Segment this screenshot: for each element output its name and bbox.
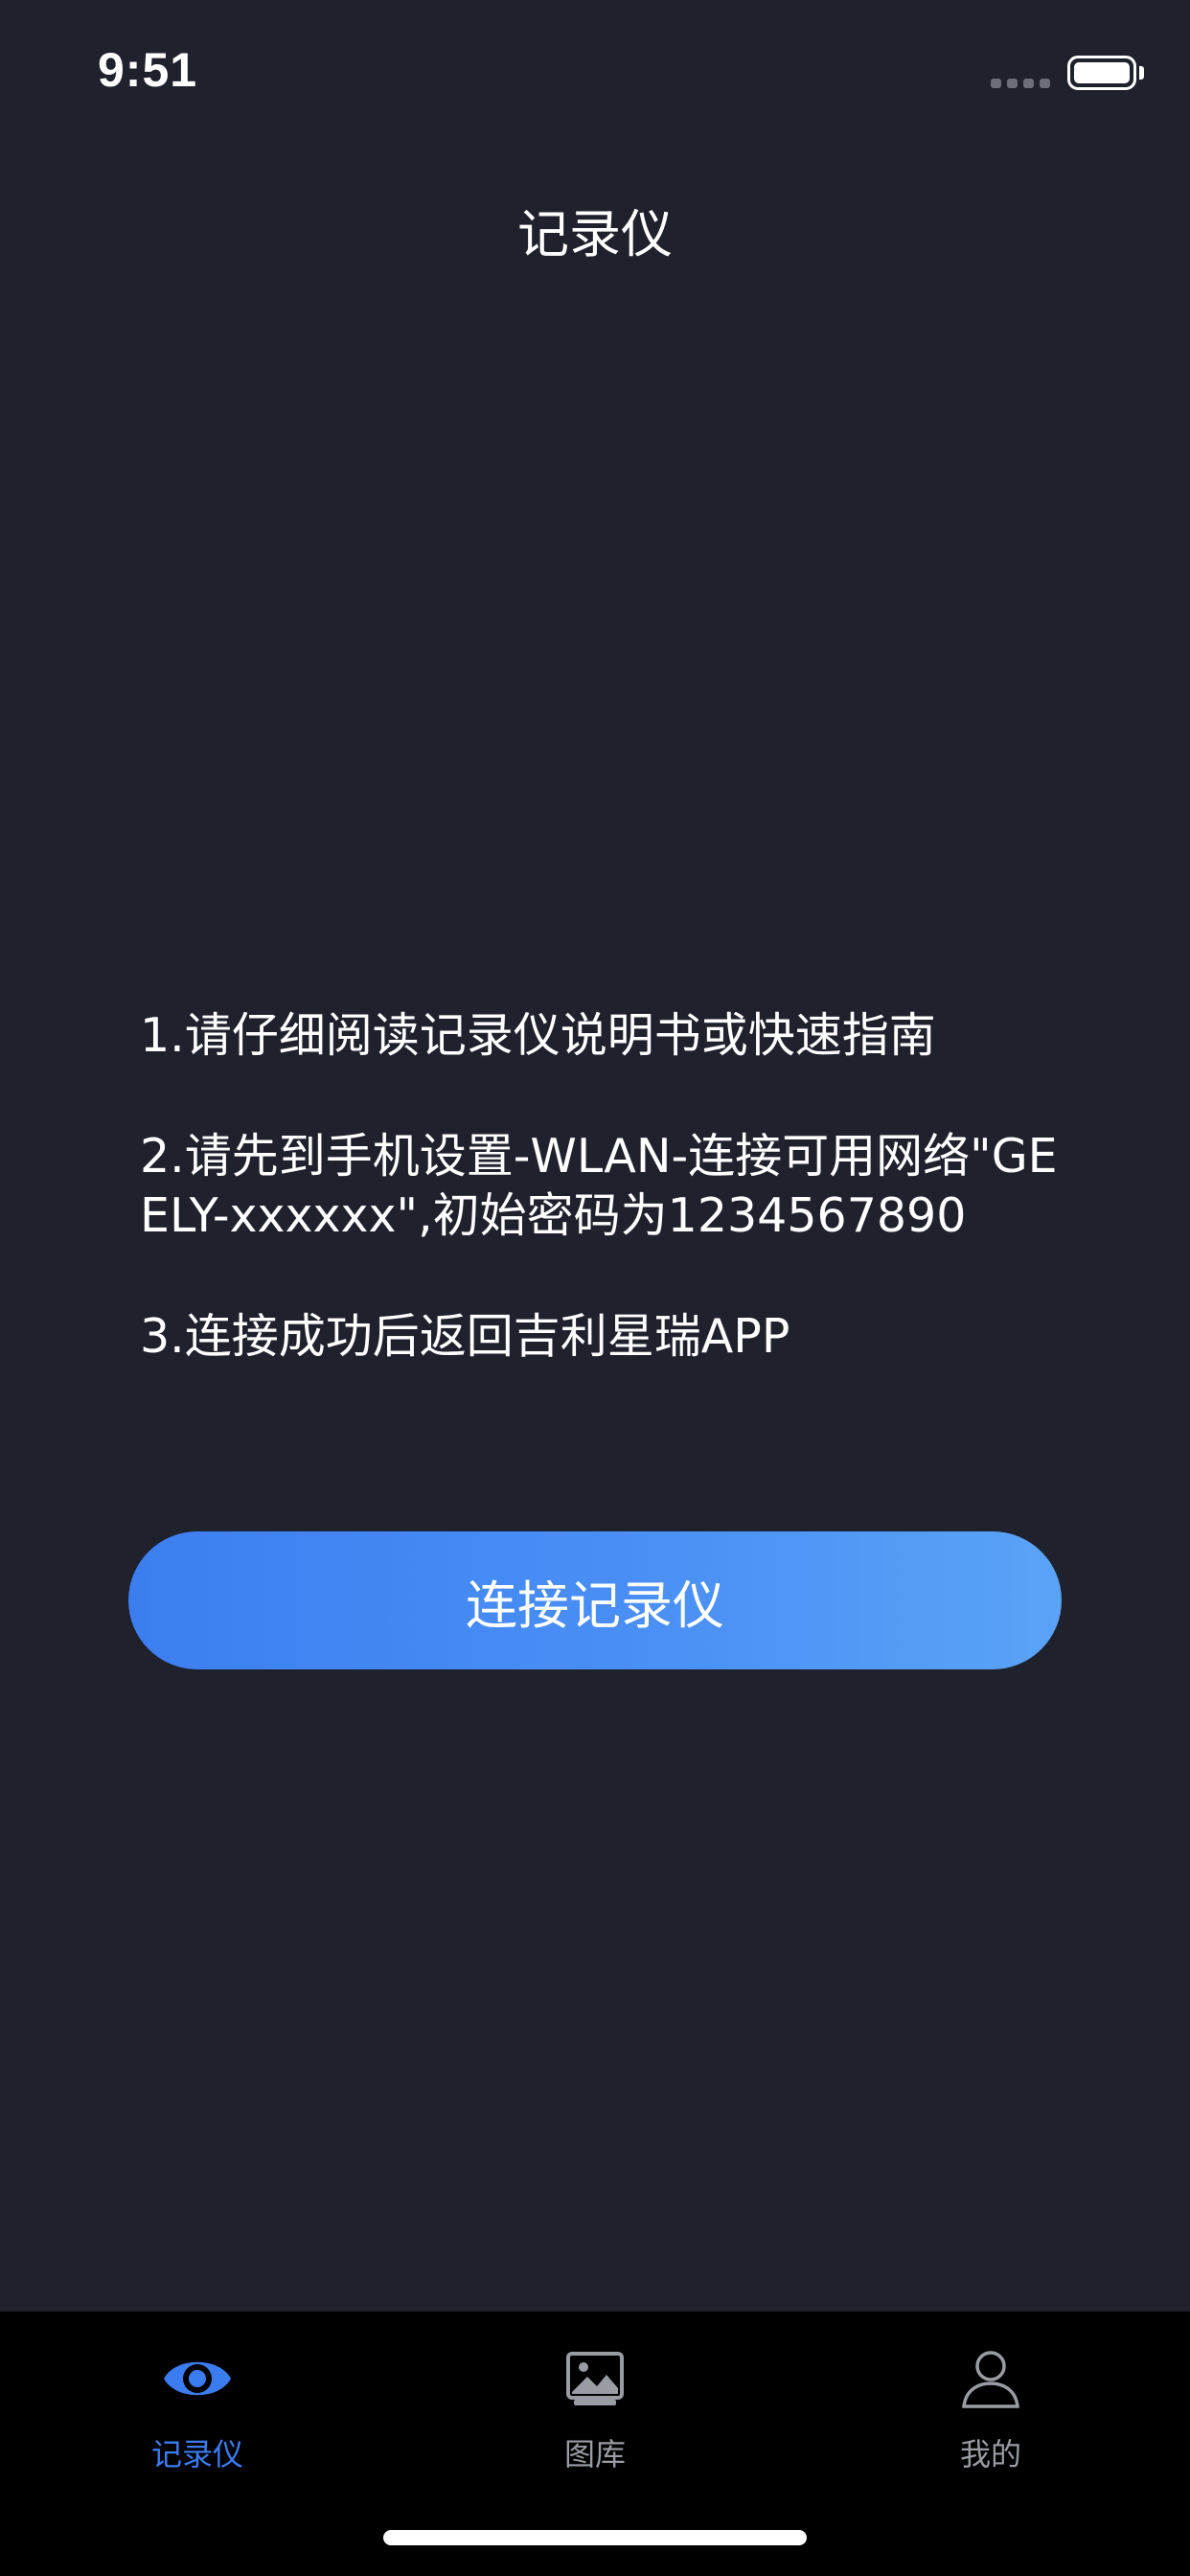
battery-icon (1067, 56, 1136, 90)
status-bar: 9:51 (0, 0, 1190, 134)
profile-icon (952, 2340, 1029, 2417)
battery-tip (1139, 66, 1144, 80)
status-time: 9:51 (98, 43, 198, 97)
instruction-step-1: 1.请仔细阅读记录仪说明书或快速指南 (140, 1008, 936, 1063)
screen: 9:51 记录仪 1.请仔细阅读记录仪说明书或快速指南 2.请先到手机设置-WL… (0, 0, 1190, 2576)
home-indicator[interactable] (383, 2530, 807, 2545)
eye-icon (159, 2340, 236, 2417)
connect-recorder-button[interactable]: 连接记录仪 (128, 1531, 1062, 1669)
tab-recorder-label: 记录仪 (150, 2436, 243, 2472)
signal-icon (991, 79, 1050, 88)
instruction-step-2: 2.请先到手机设置-WLAN-连接可用网络"GEELY-xxxxxx",初始密码… (140, 1129, 1058, 1243)
instruction-step-3: 3.连接成功后返回吉利星瑞APP (140, 1309, 790, 1364)
tab-profile-label: 我的 (959, 2436, 1021, 2472)
tab-gallery[interactable]: 图库 (480, 2340, 710, 2484)
tab-profile[interactable]: 我的 (876, 2340, 1106, 2484)
tab-recorder[interactable]: 记录仪 (82, 2340, 312, 2484)
instructions: 1.请仔细阅读记录仪说明书或快速指南 2.请先到手机设置-WLAN-连接可用网络… (140, 1006, 1060, 1428)
page-title: 记录仪 (517, 204, 673, 264)
tab-gallery-label: 图库 (563, 2436, 626, 2472)
gallery-icon (557, 2340, 633, 2417)
